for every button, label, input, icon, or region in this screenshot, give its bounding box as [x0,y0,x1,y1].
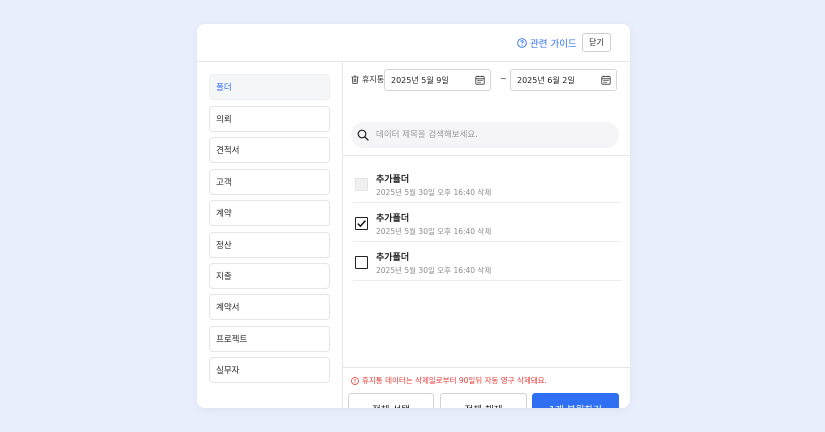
list-item[interactable]: 추가폴더 2025년 5월 30일 오후 16:40 삭제 [353,242,621,281]
deselect-all-button[interactable]: 전체 해제 [440,393,527,408]
modal-header: 관련 가이드 닫기 [197,24,630,62]
sidebar-item-estimate[interactable]: 견적서 [209,137,330,163]
row-deleted-time: 2025년 5월 30일 오후 16:40 삭제 [376,227,492,236]
guide-link[interactable]: 관련 가이드 [517,36,577,50]
trash-content: 휴지통 2025년 5월 9일 ~ 2025년 6월 2일 데이터 제목을 검색… [343,62,630,408]
calendar-icon [475,75,485,85]
row-checkbox[interactable] [355,217,368,230]
row-title: 추가폴더 [376,253,410,263]
trash-icon [351,75,359,84]
select-all-button[interactable]: 전체 선택 [348,393,434,408]
restore-button[interactable]: 1개 복원하기 [532,393,619,408]
end-date-value: 2025년 6월 2일 [517,75,575,85]
help-circle-icon [517,38,527,48]
guide-link-label: 관련 가이드 [530,39,577,50]
row-title: 추가폴더 [376,214,410,224]
search-box [351,122,619,148]
row-title: 추가폴더 [376,175,410,185]
list-item[interactable]: 추가폴더 2025년 5월 30일 오후 16:40 삭제 [353,164,621,203]
start-date-input[interactable]: 2025년 5월 9일 [384,69,491,91]
row-checkbox[interactable] [355,178,368,191]
calendar-icon [601,75,611,85]
list-item[interactable]: 추가폴더 2025년 5월 30일 오후 16:40 삭제 [353,203,621,242]
auto-delete-warning: 휴지통 데이터는 삭제일로부터 90일뒤 자동 영구 삭제돼요. [351,375,547,386]
close-button[interactable]: 닫기 [582,33,611,52]
warning-text: 휴지통 데이터는 삭제일로부터 90일뒤 자동 영구 삭제돼요. [362,376,547,385]
sidebar-item-request[interactable]: 의뢰 [209,106,330,132]
footer-divider [343,367,630,368]
sidebar-item-folder[interactable]: 폴더 [209,74,330,100]
sidebar-item-expense[interactable]: 지출 [209,263,330,289]
sidebar-item-contract[interactable]: 계약 [209,200,330,226]
search-icon [357,129,369,141]
alert-circle-icon [351,376,359,385]
list-divider [343,155,630,156]
sidebar-item-staff[interactable]: 실무자 [209,357,330,383]
date-range-separator: ~ [500,74,507,83]
trash-label-text: 휴지통 [362,75,385,84]
sidebar-item-customer[interactable]: 고객 [209,169,330,195]
category-sidebar: 폴더 의뢰 견적서 고객 계약 정산 지출 계약서 프로젝트 실무자 [197,62,343,408]
row-deleted-time: 2025년 5월 30일 오후 16:40 삭제 [376,266,492,275]
search-input[interactable] [376,130,606,140]
trash-label: 휴지통 [351,74,384,85]
sidebar-item-settlement[interactable]: 정산 [209,232,330,258]
sidebar-item-contract-doc[interactable]: 계약서 [209,294,330,320]
start-date-value: 2025년 5월 9일 [391,75,449,85]
row-deleted-time: 2025년 5월 30일 오후 16:40 삭제 [376,188,492,197]
sidebar-item-project[interactable]: 프로젝트 [209,326,330,352]
row-checkbox[interactable] [355,256,368,269]
trash-modal: 관련 가이드 닫기 폴더 의뢰 견적서 고객 계약 정산 지출 계약서 프로젝트… [197,24,630,408]
checkmark-icon [357,220,366,228]
end-date-input[interactable]: 2025년 6월 2일 [510,69,617,91]
